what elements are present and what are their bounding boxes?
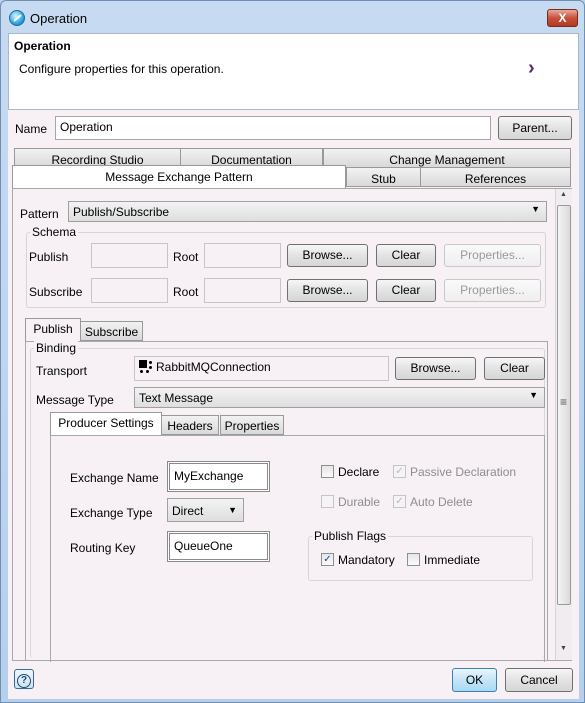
publish-browse-button[interactable]: Browse...: [287, 244, 368, 267]
exchange-name-input[interactable]: MyExchange: [167, 461, 270, 492]
subscribe-schema-input[interactable]: [91, 278, 168, 303]
chevron-down-icon: ▼: [531, 204, 540, 214]
exchange-name-label: Exchange Name: [70, 471, 159, 485]
tab-message-exchange-pattern[interactable]: Message Exchange Pattern: [12, 165, 346, 189]
window-title: Operation: [30, 11, 88, 26]
header-title: Operation: [14, 39, 71, 53]
mandatory-label: Mandatory: [338, 553, 395, 567]
name-label: Name: [15, 122, 48, 136]
exchange-type-label: Exchange Type: [70, 506, 153, 520]
declare-label: Declare: [338, 465, 380, 479]
name-input[interactable]: Operation: [55, 116, 491, 140]
vertical-scrollbar[interactable]: ▲ ≡ ▼: [555, 189, 572, 660]
publish-flags-title: Publish Flags: [312, 529, 389, 543]
auto-delete-checkbox[interactable]: ✓: [393, 495, 406, 508]
scrollbar-thumb[interactable]: ≡: [557, 205, 571, 605]
passive-declaration-label: Passive Declaration: [410, 465, 517, 479]
subscribe-properties-button[interactable]: Properties...: [444, 279, 541, 302]
binding-title: Binding: [34, 341, 79, 355]
close-button[interactable]: X: [547, 9, 578, 27]
tab-references[interactable]: References: [420, 167, 571, 187]
tab-publish[interactable]: Publish: [25, 318, 81, 342]
message-type-select[interactable]: Text Message ▼: [134, 387, 545, 408]
tab-stub[interactable]: Stub: [346, 167, 421, 187]
mep-panel: Pattern Publish/Subscribe ▼ Schema Publi…: [12, 188, 572, 662]
publish-schema-label: Publish: [29, 250, 69, 264]
tab-change-management[interactable]: Change Management: [323, 148, 571, 168]
exchange-type-select[interactable]: Direct ▼: [167, 498, 244, 522]
routing-key-label: Routing Key: [70, 541, 136, 555]
routing-key-input[interactable]: QueueOne: [167, 531, 270, 562]
schema-title: Schema: [30, 225, 79, 239]
ok-button[interactable]: OK: [452, 668, 497, 692]
connection-icon: [139, 360, 153, 374]
subscribe-root-label: Root: [173, 285, 199, 299]
mandatory-checkbox[interactable]: ✓: [321, 553, 334, 566]
tab-producer-settings[interactable]: Producer Settings: [50, 412, 162, 436]
pattern-select[interactable]: Publish/Subscribe ▼: [68, 201, 547, 222]
message-type-label: Message Type: [36, 393, 114, 407]
subscribe-clear-button[interactable]: Clear: [376, 279, 436, 302]
grip-icon: ≡: [560, 395, 568, 409]
tab-properties[interactable]: Properties: [220, 415, 284, 435]
subscribe-schema-label: Subscribe: [29, 285, 83, 299]
publish-root-input[interactable]: [204, 243, 281, 268]
publish-schema-input[interactable]: [91, 243, 168, 268]
declare-checkbox[interactable]: [321, 465, 334, 478]
parent-button[interactable]: Parent...: [498, 116, 572, 140]
publish-properties-button[interactable]: Properties...: [444, 244, 541, 267]
cancel-button[interactable]: Cancel: [505, 668, 573, 692]
immediate-label: Immediate: [424, 553, 481, 567]
durable-label: Durable: [338, 495, 381, 509]
transport-clear-button[interactable]: Clear: [484, 357, 545, 380]
durable-checkbox[interactable]: [321, 495, 334, 508]
tab-headers[interactable]: Headers: [161, 415, 219, 435]
tab-subscribe[interactable]: Subscribe: [80, 321, 143, 341]
title-bar: Operation X: [1, 1, 584, 33]
dialog-body: Name Operation Parent... Recording Studi…: [8, 110, 579, 699]
chevron-right-icon: ›: [528, 57, 535, 79]
help-button[interactable]: ?: [14, 669, 34, 689]
transport-label: Transport: [36, 364, 87, 378]
immediate-checkbox[interactable]: [407, 553, 420, 566]
chevron-down-icon: ▼: [529, 390, 538, 400]
pattern-label: Pattern: [20, 207, 59, 221]
message-type-value: Text Message: [139, 391, 214, 405]
producer-settings-panel: Exchange Name MyExchange Exchange Type D…: [50, 435, 545, 662]
pattern-value: Publish/Subscribe: [73, 205, 170, 219]
chevron-down-icon: ▼: [228, 505, 237, 515]
header-banner: Operation Configure properties for this …: [8, 33, 579, 110]
transport-field[interactable]: RabbitMQConnection: [134, 356, 389, 381]
publish-root-label: Root: [173, 250, 199, 264]
transport-value: RabbitMQConnection: [156, 360, 271, 374]
auto-delete-label: Auto Delete: [410, 495, 473, 509]
exchange-type-value: Direct: [172, 504, 204, 518]
subscribe-browse-button[interactable]: Browse...: [287, 279, 368, 302]
scroll-down-icon[interactable]: ▼: [560, 645, 567, 652]
subscribe-root-input[interactable]: [204, 278, 281, 303]
operation-dialog: Operation X Operation Configure properti…: [0, 0, 585, 703]
publish-clear-button[interactable]: Clear: [376, 244, 436, 267]
passive-declaration-checkbox[interactable]: ✓: [393, 465, 406, 478]
app-icon: [9, 10, 25, 26]
transport-browse-button[interactable]: Browse...: [395, 357, 476, 380]
publish-panel: Binding Transport RabbitMQConnection Bro…: [25, 341, 548, 662]
scroll-up-icon[interactable]: ▲: [560, 191, 567, 198]
help-icon: ?: [17, 674, 31, 688]
header-description: Configure properties for this operation.: [19, 62, 224, 76]
